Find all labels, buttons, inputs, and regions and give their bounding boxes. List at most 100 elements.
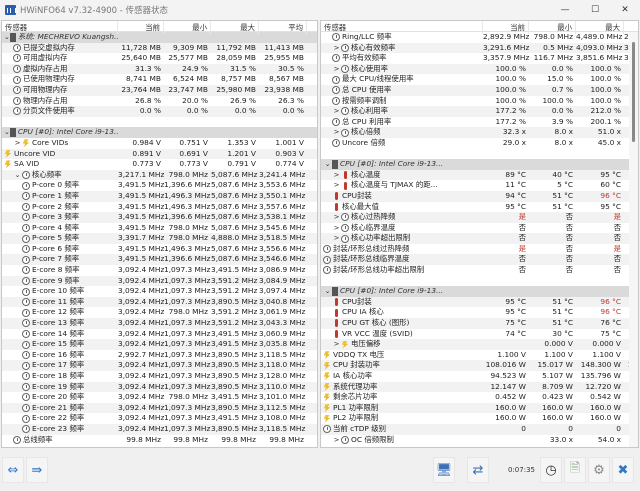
sensor-row[interactable]: 已使用物理内存 8,741 MB 6,524 MB 8,757 MB 8,567 MB xyxy=(2,74,317,85)
scrollbar[interactable] xyxy=(629,32,638,447)
sensor-row[interactable]: P-core 0 频率 3,491.5 MHz 1,396.6 MHz 5,087.6… xyxy=(2,180,317,191)
sensor-row[interactable]: E-core 12 频率 3,092.4 MHz 798.0 MHz 3,591.2 … xyxy=(2,307,317,318)
sensor-row[interactable]: P-core 2 频率 3,491.5 MHz 1,496.3 MHz 5,087.6… xyxy=(2,202,317,213)
sensor-row[interactable]: 平均有效频率3,357.9 MHz116.7 MHz3,851.6 MHz3,2… xyxy=(321,53,638,64)
sensor-row[interactable]: 总 CPU 利用率177.2 %3.9 %200.1 %173.0 % xyxy=(321,117,638,128)
expand-chevron-icon[interactable]: > xyxy=(332,233,341,244)
collapse-arrows-icon[interactable]: ⇛ xyxy=(26,457,48,483)
expand-chevron-icon[interactable]: > xyxy=(332,106,341,117)
sensor-row[interactable]: 物理内存占用 26.8 % 20.0 % 26.9 % 26.3 % xyxy=(2,96,317,107)
expand-chevron-icon[interactable]: > xyxy=(332,223,341,234)
sensor-row[interactable]: CPU封装95 °C51 °C96 °C94 °C xyxy=(321,296,638,308)
sensor-row[interactable]: E-core 18 频率 3,092.4 MHz 1,097.3 MHz 3,890.… xyxy=(2,371,317,382)
expand-chevron-icon[interactable]: > xyxy=(332,43,341,54)
sensor-row[interactable]: CPU 封装功率108.016 W15.017 W148.300 W108.23… xyxy=(321,360,638,371)
expand-chevron-icon[interactable]: > xyxy=(332,170,341,181)
sensor-row[interactable]: 虚拟内存占用 31.3 % 24.9 % 31.5 % 30.5 % xyxy=(2,63,317,75)
sensor-row[interactable]: 系统代理功率12.147 W8.709 W12.720 W10.890 W xyxy=(321,381,638,393)
close-icon[interactable]: ✖ xyxy=(612,457,634,483)
sensor-row[interactable]: E-core 14 频率 3,092.4 MHz 1,097.3 MHz 3,491.… xyxy=(2,329,317,340)
sensor-row[interactable]: >核心有效频率3,291.6 MHz0.5 MHz4,093.0 MHz3,21… xyxy=(321,42,638,54)
scrollbar-thumb[interactable] xyxy=(632,42,635,142)
sensor-row[interactable]: CPU封装94 °C51 °C96 °C94 °C xyxy=(321,190,638,202)
sensor-row[interactable]: E-core 21 频率 3,092.4 MHz 1,097.3 MHz 3,890.… xyxy=(2,402,317,414)
sensor-row[interactable]: VDDQ TX 电压1.100 V1.100 V1.100 V1.100 V xyxy=(321,350,638,361)
sensor-row[interactable]: >核心倍频32.3 x8.0 x51.0 x32.5 x xyxy=(321,127,638,138)
sensor-row[interactable]: 封装/环形总线临界温度 否 否 否 xyxy=(321,254,638,266)
sensor-row[interactable]: > OC 倍频限制 33.0 x 54.0 x xyxy=(321,435,638,446)
expand-arrows-icon[interactable]: ⇔ xyxy=(2,457,24,483)
expand-chevron-icon[interactable]: > xyxy=(332,212,341,223)
expand-chevron-icon[interactable]: > xyxy=(332,435,341,446)
sensor-row[interactable]: 封装/环形总线功率超出限制 否 否 否 xyxy=(321,265,638,276)
sensor-row[interactable]: E-core 23 频率 3,092.4 MHz 1,097.3 MHz 3,890.… xyxy=(2,423,317,435)
minimize-button[interactable]: — xyxy=(550,0,580,20)
sensor-row[interactable]: CPU GT 核心 (图形)75 °C51 °C76 °C74 °C xyxy=(321,318,638,329)
sensor-row[interactable]: > Core VIDs 0.984 V 0.751 V 1.353 V 1.001 V xyxy=(2,138,317,149)
sensor-row[interactable]: E-core 11 频率 3,092.4 MHz 1,097.3 MHz 3,890.… xyxy=(2,296,317,308)
sensor-row[interactable]: ⌄ 核心频率 3,217.1 MHz 798.0 MHz 5,087.6 MHz 3,24… xyxy=(2,169,317,181)
sensor-row[interactable]: P-core 6 频率 3,491.5 MHz 1,496.3 MHz 5,087.6… xyxy=(2,244,317,255)
sensor-group-header[interactable]: ⌄ CPU [#0]: Intel Core i9-13... xyxy=(321,159,638,170)
report-icon[interactable]: 🖥 xyxy=(433,457,455,483)
sensor-row[interactable]: E-core 22 频率 3,092.4 MHz 1,097.3 MHz 3,491.… xyxy=(2,413,317,424)
sensor-row[interactable]: > 核心功率超出限制 否 否 否 xyxy=(321,233,638,244)
close-window-button[interactable]: ✕ xyxy=(610,0,640,20)
sensor-row[interactable]: 可用虚拟内存 25,640 MB 25,577 MB 28,059 MB 25,955 … xyxy=(2,53,317,64)
expand-chevron-icon[interactable]: > xyxy=(332,127,341,138)
sensor-group-header[interactable]: ⌄ CPU [#0]: Intel Core i9-13... xyxy=(2,127,317,138)
sensor-row[interactable]: > 核心过热降频 是 否 是 xyxy=(321,212,638,223)
sensor-row[interactable]: 封装/环形总线过热降频 是 否 是 xyxy=(321,244,638,255)
collapse-chevron-icon[interactable]: ⌄ xyxy=(323,159,332,170)
sensor-row[interactable]: PL2 功率限制160.0 W160.0 W160.0 W160.0 W xyxy=(321,413,638,424)
sensor-row[interactable]: E-core 15 频率 3,092.4 MHz 1,097.3 MHz 3,491.… xyxy=(2,339,317,350)
maximize-button[interactable]: ☐ xyxy=(580,0,610,20)
sensor-row[interactable]: 最大 CPU/线程使用率100.0 %15.0 %100.0 %96.7 % xyxy=(321,74,638,85)
expand-chevron-icon[interactable]: > xyxy=(13,138,22,149)
sensor-row[interactable]: Ring/LLC 频率 2,892.9 MHz 798.0 MHz 4,489.0 M… xyxy=(321,32,638,43)
sensor-row[interactable]: 按需频率调制100.0 %100.0 %100.0 %100.0 % xyxy=(321,96,638,107)
sensor-row[interactable]: 剩余芯片功率0.452 W0.423 W0.542 W0.467 W xyxy=(321,392,638,403)
sensor-row[interactable]: Uncore VID 0.891 V 0.691 V 1.201 V 0.903 V xyxy=(2,148,317,160)
collapse-chevron-icon[interactable]: ⌄ xyxy=(323,286,332,297)
log-file-icon[interactable]: 🗎 xyxy=(564,457,586,483)
sensor-row[interactable]: P-core 7 频率 3,491.5 MHz 1,396.6 MHz 5,087.6… xyxy=(2,254,317,266)
sensor-row[interactable]: E-core 20 频率 3,092.4 MHz 798.0 MHz 3,491.5 … xyxy=(2,392,317,403)
sensor-row[interactable]: SA VID 0.773 V 0.773 V 0.791 V 0.774 V xyxy=(2,159,317,170)
settings-gear-icon[interactable]: ⚙ xyxy=(588,457,610,483)
clock-reset-icon[interactable]: ◷ xyxy=(540,457,562,483)
sensor-group-header[interactable]: ⌄ CPU [#0]: Intel Core i9-13... xyxy=(321,286,638,297)
sensor-row[interactable]: VR VCC 温度 (SVID)74 °C30 °C75 °C71 °C xyxy=(321,329,638,340)
sensor-row[interactable]: E-core 9 频率 3,092.4 MHz 1,097.3 MHz 3,591.2… xyxy=(2,275,317,287)
sensor-row[interactable]: 总线频率 99.8 MHz 99.8 MHz 99.8 MHz 99.8 MHz xyxy=(2,435,317,446)
expand-chevron-icon[interactable]: > xyxy=(332,64,341,75)
collapse-chevron-icon[interactable]: ⌄ xyxy=(13,170,22,181)
network-icon[interactable]: ⇄ xyxy=(467,457,489,483)
sensor-row[interactable]: E-core 8 频率 3,092.4 MHz 1,097.3 MHz 3,491.5… xyxy=(2,265,317,276)
sensor-row[interactable]: 可用物理内存 23,764 MB 23,747 MB 25,980 MB 23,938 … xyxy=(2,84,317,96)
sensor-row[interactable]: > 电压偏移 0.000 V 0.000 V xyxy=(321,339,638,350)
sensor-row[interactable]: >核心利用率177.2 %0.0 %212.0 %173.0 % xyxy=(321,106,638,117)
sensor-row[interactable]: >核心温度89 °C40 °C95 °C87 °C xyxy=(321,169,638,181)
sensor-row[interactable]: CPU IA 核心95 °C51 °C96 °C94 °C xyxy=(321,307,638,318)
sensor-row[interactable]: P-core 4 频率 3,491.5 MHz 798.0 MHz 5,087.6 M… xyxy=(2,223,317,234)
sensor-row[interactable]: E-core 16 频率 2,992.7 MHz 1,097.3 MHz 3,890.… xyxy=(2,350,317,361)
sensor-row[interactable]: >核心温度与 TJMAX 的距...11 °C5 °C60 °C13 °C xyxy=(321,180,638,191)
sensor-row[interactable]: E-core 10 频率 3,092.4 MHz 1,097.3 MHz 3,591.… xyxy=(2,286,317,297)
sensor-row[interactable]: 当前 cTDP 级别0000 xyxy=(321,423,638,435)
sensor-row[interactable]: E-core 13 频率 3,092.4 MHz 1,097.3 MHz 3,591.… xyxy=(2,318,317,329)
sensor-row[interactable]: Uncore 倍频29.0 x8.0 x45.0 x29.6 x xyxy=(321,138,638,149)
sensor-row[interactable]: PL1 功率限制160.0 W160.0 W160.0 W160.0 W xyxy=(321,402,638,414)
sensor-row[interactable]: P-core 5 频率 3,391.7 MHz 798.0 MHz 4,888.0 M… xyxy=(2,233,317,244)
sensor-row[interactable]: > 核心临界温度 否 否 否 xyxy=(321,223,638,234)
sensor-row[interactable]: >核心使用率100.0 %0.0 %100.0 %95.1 % xyxy=(321,63,638,75)
sensor-row[interactable]: 分页文件使用率 0.0 % 0.0 % 0.0 % 0.0 % xyxy=(2,106,317,117)
sensor-row[interactable]: E-core 17 频率 3,092.4 MHz 1,097.3 MHz 3,890.… xyxy=(2,360,317,371)
sensor-row[interactable]: P-core 1 频率 3,491.5 MHz 1,496.3 MHz 5,087.6… xyxy=(2,190,317,202)
sensor-row[interactable]: IA 核心功率94.523 W5.107 W135.796 W95.994 W xyxy=(321,371,638,382)
sensor-row[interactable]: 核心最大值95 °C51 °C95 °C94 °C xyxy=(321,202,638,213)
expand-chevron-icon[interactable]: > xyxy=(332,339,341,350)
sensor-row[interactable]: E-core 19 频率 3,092.4 MHz 1,097.3 MHz 3,890.… xyxy=(2,381,317,393)
sensor-row[interactable]: P-core 3 频率 3,491.5 MHz 1,396.6 MHz 5,087.6… xyxy=(2,212,317,223)
expand-chevron-icon[interactable]: > xyxy=(332,180,341,191)
